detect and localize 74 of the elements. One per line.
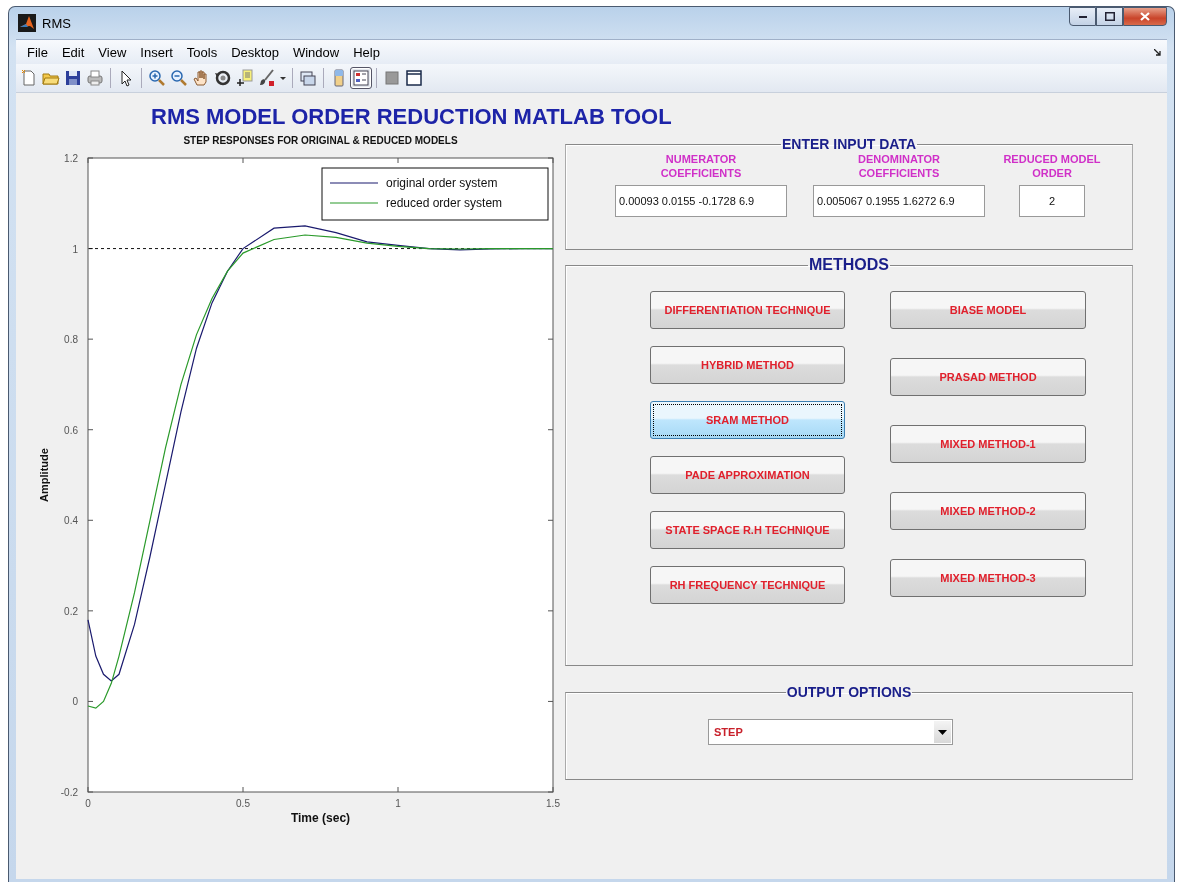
- legend-label: original order system: [386, 176, 498, 190]
- brush-icon: [258, 69, 276, 87]
- data-cursor-icon: [236, 69, 254, 87]
- menu-item[interactable]: Desktop: [224, 44, 286, 60]
- input-field[interactable]: 0.00093 0.0155 -0.1728 6.9: [615, 185, 787, 217]
- rotate-icon: [214, 69, 232, 87]
- square-icon: [383, 69, 401, 87]
- y-tick-label: -0.2: [60, 787, 78, 798]
- output-dropdown[interactable]: STEP: [708, 719, 953, 745]
- method-button[interactable]: MIXED METHOD-1: [890, 425, 1086, 463]
- menu-item[interactable]: Tools: [179, 44, 225, 60]
- y-tick-label: 0: [72, 696, 78, 708]
- minimize-icon: [1078, 15, 1087, 18]
- app-heading: RMS MODEL ORDER REDUCTION MATLAB TOOL: [150, 103, 673, 130]
- data-cursor-tool[interactable]: [234, 67, 256, 89]
- linked-plot-icon: [299, 69, 317, 87]
- method-button[interactable]: MIXED METHOD-2: [890, 492, 1086, 530]
- save-icon: [64, 69, 82, 87]
- menu-item[interactable]: Help: [346, 44, 387, 60]
- dock-arrow-icon[interactable]: [1154, 48, 1161, 56]
- new-file-icon: [20, 69, 38, 87]
- app-icon: [18, 14, 36, 32]
- method-button[interactable]: BIASE MODEL: [890, 291, 1086, 329]
- x-axis-label: Time (sec): [290, 811, 351, 825]
- method-button[interactable]: STATE SPACE R.H TECHNIQUE: [650, 511, 845, 549]
- minimize-button[interactable]: [1069, 7, 1096, 26]
- y-tick-label: 0.6: [64, 424, 78, 436]
- menu-item[interactable]: Window: [285, 44, 347, 60]
- x-tick-label: 0: [85, 798, 91, 809]
- method-button[interactable]: HYBRID METHOD: [650, 346, 845, 384]
- y-tick-label: 0.2: [64, 605, 78, 617]
- maximize-icon: [1104, 12, 1115, 21]
- input-field[interactable]: 0.005067 0.1955 1.6272 6.9: [813, 185, 985, 217]
- x-tick-label: 0.5: [236, 798, 250, 809]
- menu-item[interactable]: Edit: [54, 44, 92, 60]
- method-button[interactable]: SRAM METHOD: [650, 401, 845, 439]
- maximize-button[interactable]: [1096, 7, 1123, 26]
- y-tick-label: 1: [72, 243, 78, 255]
- dropdown-arrow-icon: [938, 729, 947, 735]
- legend-tool[interactable]: [350, 67, 372, 89]
- method-button[interactable]: MIXED METHOD-3: [890, 559, 1086, 597]
- y-tick-label: 0.4: [64, 515, 78, 527]
- window-tool[interactable]: [403, 67, 425, 89]
- input-field[interactable]: 2: [1019, 185, 1085, 217]
- hand-icon: [192, 69, 210, 87]
- method-button[interactable]: DIFFERENTIATION TECHNIQUE: [650, 291, 845, 329]
- print-icon: [86, 69, 104, 87]
- x-tick-label: 1: [395, 798, 401, 809]
- method-button[interactable]: RH FREQUENCY TECHNIQUE: [650, 566, 845, 604]
- panel-title: OUTPUT OPTIONS: [785, 684, 913, 700]
- field-label: DENOMINATOR COEFFICIENTS: [856, 152, 942, 180]
- method-button[interactable]: PRASAD METHOD: [890, 358, 1086, 396]
- window-title: RMS: [42, 15, 71, 31]
- y-tick-label: 1.2: [64, 153, 78, 164]
- panel-title: METHODS: [808, 256, 890, 274]
- x-tick-label: 1.5: [546, 798, 560, 809]
- legend-icon: [352, 69, 370, 87]
- panel-title: ENTER INPUT DATA: [780, 136, 917, 152]
- method-button[interactable]: PADE APPROXIMATION: [650, 456, 845, 494]
- chart-title: STEP RESPONSES FOR ORIGINAL & REDUCED MODELS: [183, 135, 458, 146]
- menu-item[interactable]: File: [20, 44, 55, 60]
- window-icon: [405, 69, 423, 87]
- y-axis-label: Amplitude: [38, 448, 50, 502]
- y-tick-label: 0.8: [64, 334, 78, 346]
- field-label: NUMERATOR COEFFICIENTS: [659, 152, 743, 180]
- zoom-in-icon: [148, 69, 166, 87]
- menu-item[interactable]: Insert: [133, 44, 180, 60]
- close-icon: [1140, 12, 1150, 21]
- caret-icon: [280, 76, 286, 80]
- close-button[interactable]: [1123, 7, 1167, 26]
- legend-label: reduced order system: [386, 196, 503, 210]
- field-label: REDUCED MODEL ORDER: [1002, 152, 1102, 180]
- menu-item[interactable]: View: [91, 44, 134, 60]
- zoom-out-icon: [170, 69, 188, 87]
